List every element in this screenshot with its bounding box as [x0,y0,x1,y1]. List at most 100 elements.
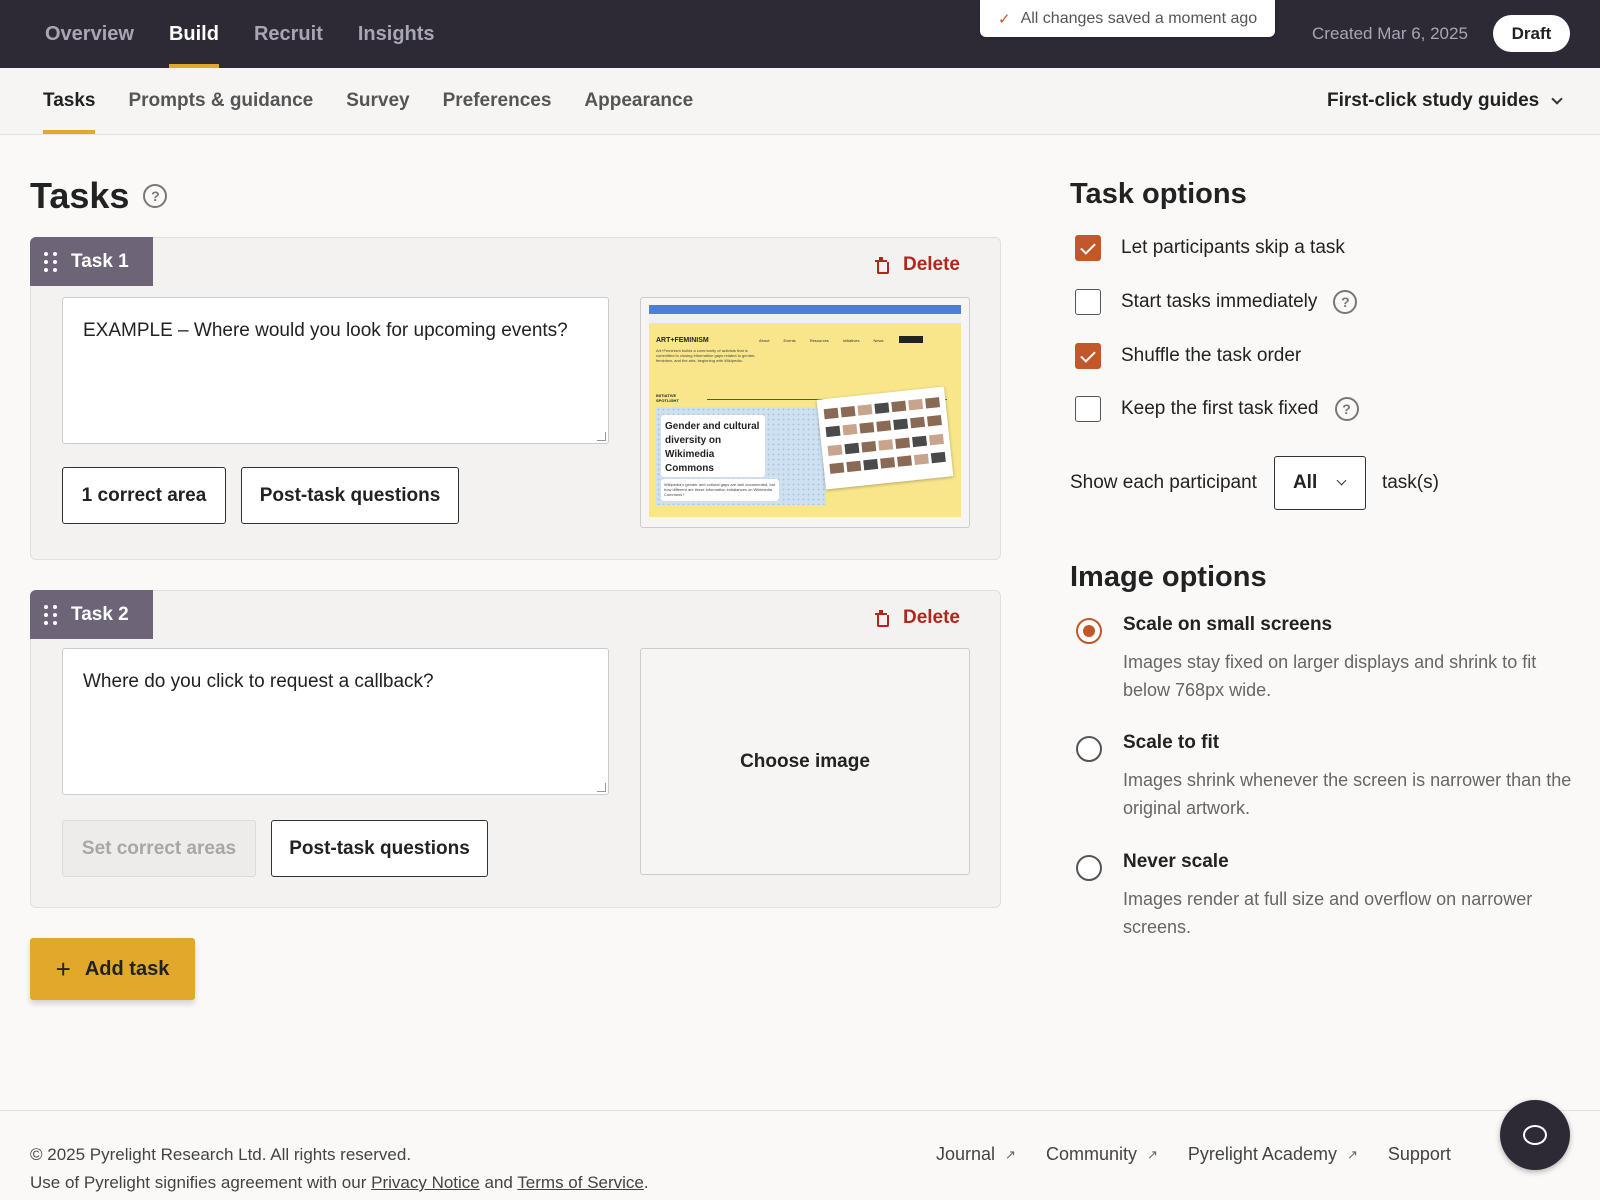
terms-of-service-link[interactable]: Terms of Service [517,1173,644,1192]
thumbnail-donate-button [899,336,923,343]
resize-handle-icon[interactable] [597,783,606,792]
thumbnail-menu-item: Initiatives [842,338,860,343]
thumbnail-image-grid [816,386,954,490]
terms-prefix: Use of Pyrelight signifies agreement wit… [30,1173,367,1192]
task-header-tab[interactable]: Task 2 [30,590,153,639]
top-nav: Overview Build Recruit Insights [45,0,435,68]
task-card: Task 1 Delete EXAMPLE – Where would you … [30,237,1001,560]
checkbox-checked[interactable] [1075,235,1101,261]
nav-build[interactable]: Build [168,0,219,68]
option-shuffle-order[interactable]: Shuffle the task order [1075,343,1301,369]
tab-appearance[interactable]: Appearance [584,68,693,134]
radio-description: Images stay fixed on larger displays and… [1123,652,1537,700]
study-guides-dropdown[interactable]: First-click study guides [1327,90,1563,112]
option-label: Shuffle the task order [1121,345,1302,366]
thumbnail-menu: About Events Resources Initiatives News [759,338,884,343]
radio-description: Images render at full size and overflow … [1123,889,1533,937]
radio-selected[interactable] [1076,618,1102,644]
saved-status-toast: ✓ All changes saved a moment ago [980,0,1276,37]
radio-unselected[interactable] [1076,736,1102,762]
tab-preferences[interactable]: Preferences [443,68,552,134]
drag-handle-icon[interactable] [44,604,57,625]
screenshot-thumbnail: ART+FEMINISM About Events Resources Init… [649,305,961,517]
footer-links: Journal ↗ Community ↗ Pyrelight Academy ↗ S… [936,1144,1451,1165]
task-label: Task 1 [71,250,129,272]
task-image-preview[interactable]: ART+FEMINISM About Events Resources Init… [640,297,970,528]
thumbnail-logo: ART+FEMINISM [656,337,709,344]
checkbox-unchecked[interactable] [1075,396,1101,422]
option-label: Let participants skip a task [1121,237,1345,258]
radio-unselected[interactable] [1076,855,1102,881]
show-each-label: Show each participant [1070,472,1257,493]
external-link-icon: ↗ [1005,1146,1016,1162]
footer-link-academy[interactable]: Pyrelight Academy ↗ [1188,1144,1358,1165]
thumbnail-menu-item: Events [783,338,796,343]
choose-image-dropzone[interactable]: Choose image [640,648,970,875]
task-header-tab[interactable]: Task 1 [30,237,153,286]
option-start-immediately[interactable]: Start tasks immediately ? [1075,289,1358,315]
top-bar: Overview Build Recruit Insights ✓ All ch… [0,0,1600,68]
set-correct-areas-button: Set correct areas [62,820,256,877]
footer-link-label: Journal [936,1144,996,1164]
post-task-questions-button[interactable]: Post-task questions [241,467,459,524]
image-options-title: Image options [1070,561,1267,593]
drag-handle-icon[interactable] [44,251,57,272]
task-question-text: Where do you click to request a callback… [83,671,434,692]
add-task-label: Add task [84,957,170,980]
thumbnail-spotlight: INITIATIVE SPOTLIGHT [656,393,679,403]
browser-address-bar [649,314,961,323]
footer: © 2025 Pyrelight Research Ltd. All right… [0,1110,1600,1200]
delete-task-button[interactable]: Delete [874,254,960,276]
footer-link-support[interactable]: Support [1388,1144,1451,1165]
thumbnail-blurb: Art+Feminism builds a community of activ… [656,348,756,363]
terms-notice: Use of Pyrelight signifies agreement wit… [30,1173,649,1193]
option-label: Keep the first task fixed [1121,398,1319,419]
nav-recruit[interactable]: Recruit [254,0,323,68]
nav-overview[interactable]: Overview [45,0,134,68]
task-options-title: Task options [1070,178,1247,210]
help-icon[interactable]: ? [1333,290,1358,314]
radio-title: Never scale [1123,851,1229,872]
study-guides-label: First-click study guides [1327,90,1540,111]
footer-link-journal[interactable]: Journal ↗ [936,1144,1016,1165]
radio-description: Images shrink whenever the screen is nar… [1123,770,1572,818]
trash-icon [874,257,889,274]
nav-insights[interactable]: Insights [358,0,435,68]
resize-handle-icon[interactable] [597,432,606,441]
tab-tasks[interactable]: Tasks [43,68,96,134]
external-link-icon: ↗ [1146,1146,1158,1162]
delete-task-button[interactable]: Delete [874,607,960,629]
add-task-button[interactable]: + Add task [30,938,195,1000]
help-icon[interactable]: ? [143,184,168,208]
privacy-notice-link[interactable]: Privacy Notice [371,1173,480,1192]
task-question-textarea[interactable]: Where do you click to request a callback… [62,648,609,795]
radio-title: Scale to fit [1123,732,1220,753]
build-tabs: Tasks Prompts & guidance Survey Preferen… [43,68,693,134]
tab-prompts-guidance[interactable]: Prompts & guidance [128,68,313,134]
checkbox-checked[interactable] [1075,343,1101,369]
trash-icon [874,610,889,627]
checkbox-unchecked[interactable] [1075,289,1101,315]
draft-status-button[interactable]: Draft [1493,15,1570,52]
tab-survey[interactable]: Survey [346,68,409,134]
thumbnail-card-sub: Wikipedia's gender and cultural gaps are… [661,479,779,501]
footer-link-community[interactable]: Community ↗ [1046,1144,1158,1165]
help-icon[interactable]: ? [1334,397,1359,421]
chat-launcher-button[interactable] [1500,1100,1570,1170]
option-first-task-fixed[interactable]: Keep the first task fixed ? [1075,396,1359,422]
sub-nav: Tasks Prompts & guidance Survey Preferen… [0,68,1600,135]
external-link-icon: ↗ [1346,1146,1358,1162]
plus-icon: + [55,954,71,984]
show-each-suffix: task(s) [1381,472,1439,493]
task-count-select[interactable]: All [1273,456,1366,510]
option-skip-task[interactable]: Let participants skip a task [1075,235,1345,261]
correct-areas-button[interactable]: 1 correct area [62,467,226,524]
post-task-questions-button[interactable]: Post-task questions [271,820,488,877]
chevron-down-icon [1551,92,1563,105]
footer-link-label: Support [1387,1144,1451,1164]
checkmark-icon: ✓ [998,10,1011,28]
task-label: Task 2 [71,603,129,625]
footer-link-label: Community [1045,1144,1137,1164]
option-label: Start tasks immediately [1121,291,1318,312]
task-question-textarea[interactable]: EXAMPLE – Where would you look for upcom… [62,297,609,444]
